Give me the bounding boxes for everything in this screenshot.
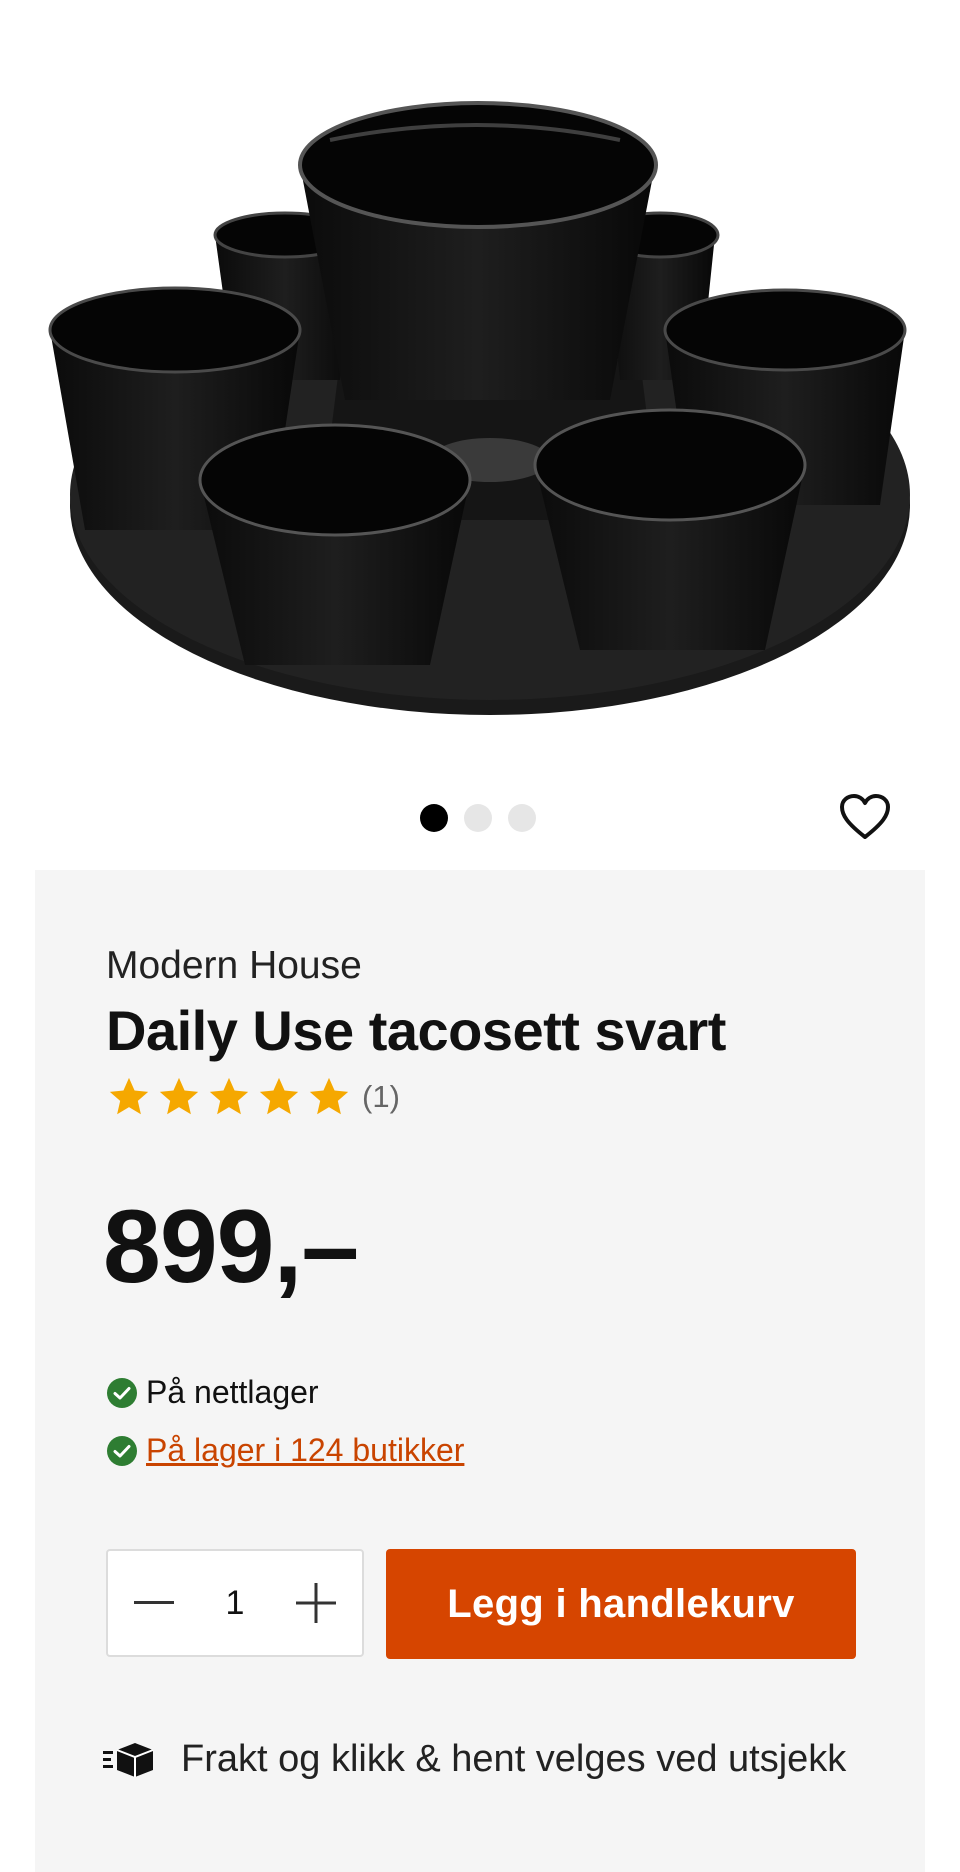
store-stock-status: På lager i 124 butikker — [106, 1432, 464, 1469]
delivery-box-icon — [103, 1743, 154, 1777]
increase-quantity-button[interactable] — [294, 1581, 338, 1625]
quantity-stepper: 1 — [106, 1549, 364, 1657]
product-price: 899,– — [103, 1189, 359, 1305]
product-rating[interactable]: (1) — [106, 1074, 400, 1120]
plus-icon — [295, 1583, 336, 1623]
online-stock-text: På nettlager — [146, 1374, 319, 1410]
star-icon — [109, 1077, 149, 1115]
product-title: Daily Use tacosett svart — [106, 999, 726, 1062]
check-circle-icon — [107, 1435, 137, 1466]
store-stock-link[interactable]: På lager i 124 butikker — [146, 1432, 464, 1469]
add-to-cart-button[interactable]: Legg i handlekurv — [386, 1549, 856, 1659]
star-icon — [259, 1077, 299, 1115]
shipping-info: Frakt og klikk & hent velges ved utsjekk — [103, 1726, 883, 1792]
heart-icon — [840, 794, 890, 839]
gallery-pagination — [420, 804, 536, 832]
check-circle-icon — [107, 1377, 137, 1408]
product-image[interactable] — [0, 0, 960, 760]
quantity-value[interactable]: 1 — [226, 1584, 245, 1623]
rating-count: (1) — [362, 1079, 400, 1114]
gallery-dot-1[interactable] — [420, 804, 448, 832]
star-icon — [159, 1077, 199, 1115]
product-brand[interactable]: Modern House — [106, 944, 362, 988]
gallery-dot-3[interactable] — [508, 804, 536, 832]
online-stock-status: På nettlager — [106, 1374, 319, 1411]
star-icon — [209, 1077, 249, 1115]
minus-icon — [134, 1601, 174, 1604]
taco-set-illustration — [48, 101, 910, 715]
decrease-quantity-button[interactable] — [132, 1581, 176, 1625]
gallery-dot-2[interactable] — [464, 804, 492, 832]
shipping-text: Frakt og klikk & hent velges ved utsjekk — [181, 1738, 847, 1780]
favorite-button[interactable] — [838, 790, 892, 844]
star-icon — [309, 1077, 349, 1115]
product-info-panel: Modern House Daily Use tacosett svart (1… — [35, 870, 925, 1872]
